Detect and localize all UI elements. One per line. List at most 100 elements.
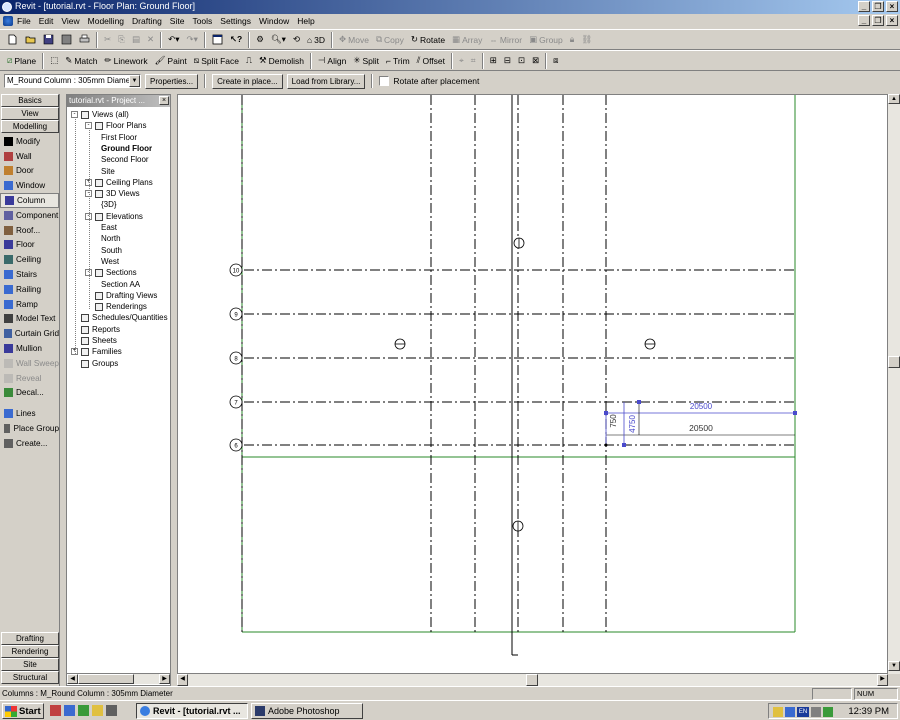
open-button[interactable] — [22, 31, 39, 49]
unpin-button[interactable]: ⌗ — [468, 52, 479, 70]
dynamic-view-button[interactable]: ⟲ — [290, 31, 303, 49]
menu-settings[interactable]: Settings — [216, 16, 255, 26]
match-button[interactable]: ✎ Match — [62, 52, 100, 70]
clock[interactable]: 12:39 PM — [848, 706, 889, 717]
menu-view[interactable]: View — [57, 16, 83, 26]
elevation-marker-south[interactable] — [512, 520, 524, 532]
copy-clipboard-button[interactable]: ⎘ — [115, 31, 128, 49]
horizontal-scroll-thumb[interactable] — [526, 674, 538, 686]
close-button[interactable]: × — [886, 1, 898, 12]
tree-item-schedules-quantities[interactable]: Schedules/Quantities — [92, 312, 168, 323]
drawing-area[interactable]: 10 9 8 7 6 20500 20500 4750 750 — [177, 94, 888, 674]
doc-close-button[interactable]: × — [886, 15, 898, 26]
design-tab-modelling[interactable]: Modelling — [1, 120, 59, 133]
select-button[interactable]: ⬚ — [47, 52, 61, 70]
menu-site[interactable]: Site — [166, 16, 189, 26]
design-tool-floor[interactable]: Floor — [0, 238, 59, 253]
task-photoshop[interactable]: Adobe Photoshop — [251, 703, 363, 719]
array-button[interactable]: ▦ Array — [449, 31, 485, 49]
menu-tools[interactable]: Tools — [188, 16, 216, 26]
3d-view-button[interactable]: ⌂ 3D — [304, 31, 328, 49]
dimension-text-top[interactable]: 20500 — [690, 402, 713, 411]
design-tab-rendering[interactable]: Rendering — [1, 645, 59, 658]
vertical-scroll-thumb[interactable] — [888, 356, 900, 368]
lock-button[interactable]: 🔒︎ — [567, 31, 578, 49]
trim-button[interactable]: ⌐ Trim — [383, 52, 413, 70]
dimension-text-main[interactable]: 20500 — [689, 423, 713, 433]
language-indicator[interactable]: EN — [797, 707, 809, 717]
mirror-button[interactable]: ⇔ Mirror — [486, 31, 525, 49]
design-tool-railing[interactable]: Railing — [0, 282, 59, 297]
window-area-button[interactable]: ⧈ — [550, 52, 561, 70]
menu-help[interactable]: Help — [293, 16, 318, 26]
tree-item-south[interactable]: South — [101, 245, 122, 256]
pin-button[interactable]: ⌖ — [456, 52, 467, 70]
tray-icon[interactable] — [773, 707, 783, 717]
menu-file[interactable]: File — [13, 16, 35, 26]
align-button[interactable]: ⊣ Align — [315, 52, 349, 70]
tree-item-ceiling-plans[interactable]: Ceiling Plans — [106, 177, 153, 188]
design-tool-door[interactable]: Door — [0, 164, 59, 179]
tree-item-views-all[interactable]: Views (all) — [92, 109, 129, 120]
revit-app-icon[interactable] — [2, 2, 12, 12]
tree-item-site[interactable]: Site — [101, 166, 115, 177]
tree-item-groups[interactable]: Groups — [92, 358, 118, 369]
cut-geometry-button[interactable]: ⎍ — [243, 52, 255, 70]
zoom-button[interactable]: 🔍︎▾ — [268, 31, 289, 49]
print-button[interactable] — [76, 31, 93, 49]
task-revit[interactable]: Revit - [tutorial.rvt ... — [136, 703, 248, 719]
tray-network-icon[interactable] — [785, 707, 795, 717]
group-button[interactable]: ▣ Group — [526, 31, 566, 49]
explorer-icon[interactable] — [92, 705, 103, 716]
dimension-grip[interactable] — [622, 443, 626, 447]
design-tool-reveal[interactable]: Reveal — [0, 371, 59, 386]
tree-item-3d-views[interactable]: 3D Views — [106, 188, 140, 199]
design-tool-roof[interactable]: Roof... — [0, 223, 59, 238]
undo-button[interactable]: ↶▾ — [165, 31, 182, 49]
chevron-down-icon[interactable]: ▼ — [129, 75, 140, 87]
tag-button[interactable]: ⊟ — [501, 52, 514, 70]
grid-bubble-9[interactable]: 9 — [229, 307, 243, 321]
tree-item-3d[interactable]: {3D} — [101, 199, 117, 210]
dimension-grip[interactable] — [604, 411, 608, 415]
new-button[interactable] — [4, 31, 21, 49]
move-button[interactable]: ✥ Move — [336, 31, 372, 49]
design-tool-wall-sweep[interactable]: Wall Sweep — [0, 356, 59, 371]
design-tool-wall[interactable]: Wall — [0, 149, 59, 164]
desktop-icon[interactable] — [106, 705, 117, 716]
tree-item-drafting-views[interactable]: Drafting Views — [106, 290, 157, 301]
horizontal-scrollbar[interactable]: ◀ ▶ — [177, 674, 888, 686]
design-tool-curtain-grid[interactable]: Curtain Grid — [0, 326, 59, 341]
tree-item-west[interactable]: West — [101, 256, 119, 267]
area-button[interactable]: ⊠ — [529, 52, 542, 70]
tree-item-ground-floor[interactable]: Ground Floor — [101, 143, 152, 154]
design-tool-decal[interactable]: Decal... — [0, 386, 59, 401]
tree-item-elevations[interactable]: Elevations — [106, 211, 143, 222]
menu-drafting[interactable]: Drafting — [128, 16, 166, 26]
design-tool-lines[interactable]: Lines — [0, 406, 59, 421]
rotate-button[interactable]: ↻ Rotate — [408, 31, 448, 49]
load-from-library-button[interactable]: Load from Library... — [286, 73, 366, 89]
dimension-grip[interactable] — [793, 411, 797, 415]
design-tab-view[interactable]: View — [1, 107, 59, 120]
scroll-up-arrow[interactable]: ▲ — [888, 94, 900, 104]
properties-button[interactable]: Properties... — [145, 73, 199, 89]
tree-item-section-aa[interactable]: Section AA — [101, 279, 140, 290]
scroll-down-arrow[interactable]: ▼ — [888, 661, 900, 671]
horizontal-grid-lines[interactable] — [244, 269, 795, 446]
outlook-icon[interactable] — [78, 705, 89, 716]
work-plane-button[interactable]: ⧄ Plane — [4, 52, 39, 70]
vertical-scrollbar[interactable]: ▲ ▼ — [888, 94, 900, 674]
dimension-text-small[interactable]: 750 — [609, 414, 618, 428]
delete-button[interactable]: ✕ — [144, 31, 157, 49]
tree-item-first-floor[interactable]: First Floor — [101, 132, 137, 143]
scroll-left-arrow[interactable]: ◀ — [177, 674, 188, 686]
grid-bubble-8[interactable]: 8 — [229, 351, 243, 365]
ie-icon[interactable] — [64, 705, 75, 716]
rotate-after-placement-checkbox[interactable] — [379, 76, 390, 86]
design-tool-create[interactable]: Create... — [0, 436, 59, 451]
dimension-button[interactable]: ⊞ — [487, 52, 500, 70]
floor-plan-view[interactable]: 10 9 8 7 6 20500 20500 4750 750 — [178, 95, 888, 674]
scroll-right-arrow[interactable]: ▶ — [159, 674, 170, 684]
linework-button[interactable]: ✏ Linework — [101, 52, 150, 70]
